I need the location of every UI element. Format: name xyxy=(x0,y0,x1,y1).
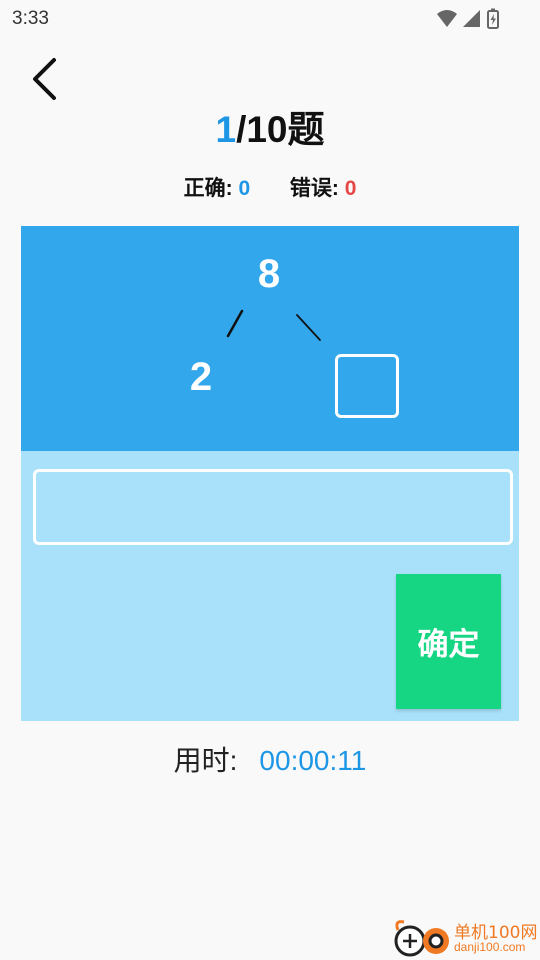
wifi-icon xyxy=(437,10,457,27)
progress-total: /10题 xyxy=(236,109,325,150)
wrong-count: 0 xyxy=(344,177,357,200)
watermark-logo xyxy=(394,920,449,957)
status-bar: 3:33 xyxy=(0,0,540,36)
correct-count: 0 xyxy=(238,177,251,200)
progress-title: 1/10题 xyxy=(0,106,540,154)
timer-label: 用时: xyxy=(173,745,238,776)
timer-value: 00:00:11 xyxy=(259,745,367,776)
wrong-label: 错误: xyxy=(289,177,339,200)
status-time: 3:33 xyxy=(12,8,49,29)
timer: 用时: 00:00:11 xyxy=(0,742,540,780)
left-branch-line xyxy=(226,309,244,338)
watermark: 单机100网 danji100.com xyxy=(390,916,540,960)
answer-panel: 确定 xyxy=(21,451,519,721)
tree-left-number: 2 xyxy=(189,355,213,399)
correct-label: 正确: xyxy=(183,177,233,200)
missing-number-box[interactable] xyxy=(335,354,399,418)
answer-input[interactable] xyxy=(33,469,513,545)
tree-top-number: 8 xyxy=(257,252,281,296)
confirm-button[interactable]: 确定 xyxy=(396,574,501,709)
number-tree-panel: 8 2 xyxy=(21,226,519,451)
cell-signal-icon xyxy=(463,10,480,27)
watermark-url: danji100.com xyxy=(454,940,526,954)
right-branch-line xyxy=(296,314,321,341)
status-icons xyxy=(437,8,499,29)
back-button[interactable] xyxy=(26,56,66,102)
chevron-left-icon xyxy=(33,58,56,100)
score-line: 正确: 0 错误: 0 xyxy=(0,174,540,204)
progress-current: 1 xyxy=(215,109,237,150)
battery-icon xyxy=(487,8,499,29)
